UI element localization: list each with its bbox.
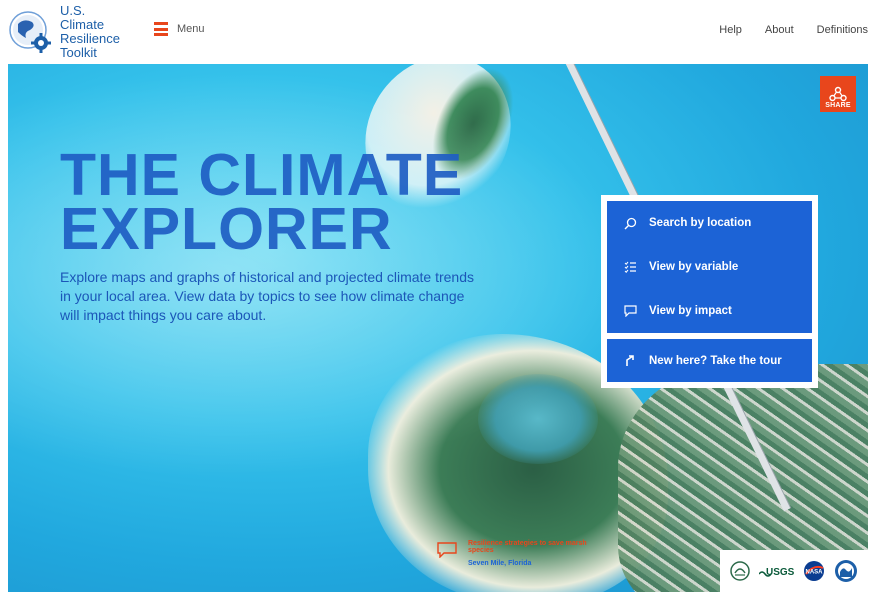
comment-icon	[623, 304, 637, 318]
view-by-impact-label: View by impact	[649, 305, 732, 317]
share-icon	[829, 86, 847, 102]
epa-logo[interactable]	[730, 561, 750, 581]
nasa-text: NASA	[806, 570, 824, 576]
view-by-variable-label: View by variable	[649, 261, 739, 273]
site-logo[interactable]: U.S. Climate Resilience Toolkit	[8, 4, 128, 60]
arrow-icon	[623, 354, 637, 368]
partner-logos: USGS NASA	[720, 550, 868, 592]
hamburger-icon	[154, 22, 168, 36]
help-link[interactable]: Help	[719, 24, 742, 36]
noaa-logo[interactable]	[834, 559, 858, 583]
logo-line: Toolkit	[60, 45, 97, 60]
share-button[interactable]: SHARE	[820, 76, 856, 112]
caption-title: Resilience strategies to save marsh spec…	[468, 540, 587, 554]
search-by-location-label: Search by location	[649, 217, 752, 229]
definitions-link[interactable]: Definitions	[817, 24, 868, 36]
view-by-variable-button[interactable]: View by variable	[607, 245, 812, 289]
action-panel: Search by location View by variable View…	[601, 195, 818, 388]
page-title: THE CLIMATE EXPLORER	[60, 142, 500, 262]
logo-text: U.S. Climate Resilience Toolkit	[60, 4, 128, 60]
comment-icon	[437, 542, 457, 558]
logo-line: U.S. Climate	[60, 3, 105, 32]
title-line: THE CLIMATE	[60, 142, 464, 208]
globe-gear-icon	[8, 10, 52, 54]
list-icon	[623, 260, 637, 274]
usgs-text: USGS	[766, 567, 795, 578]
site-header: U.S. Climate Resilience Toolkit Menu Hel…	[0, 0, 876, 64]
logo-line: Resilience	[60, 31, 120, 46]
view-by-impact-button[interactable]: View by impact	[607, 289, 812, 333]
usgs-logo[interactable]: USGS	[758, 564, 795, 578]
search-icon	[623, 216, 637, 230]
take-tour-button[interactable]: New here? Take the tour	[607, 339, 812, 382]
title-line: EXPLORER	[60, 196, 393, 262]
menu-label: Menu	[177, 23, 205, 35]
caption-location: Seven Mile, Florida	[468, 560, 532, 567]
menu-button[interactable]: Menu	[154, 22, 205, 36]
hero-description: Explore maps and graphs of historical an…	[60, 269, 474, 323]
nasa-logo[interactable]: NASA	[803, 560, 825, 582]
take-tour-label: New here? Take the tour	[649, 354, 782, 367]
page-footer-edge	[0, 592, 876, 600]
about-link[interactable]: About	[765, 24, 794, 36]
search-by-location-button[interactable]: Search by location	[607, 201, 812, 245]
explore-options: Search by location View by variable View…	[607, 201, 812, 333]
share-label: SHARE	[825, 102, 851, 109]
top-nav: Help About Definitions	[696, 24, 868, 36]
hero-banner: SHARE THE CLIMATE EXPLORER Explore maps …	[8, 64, 868, 592]
